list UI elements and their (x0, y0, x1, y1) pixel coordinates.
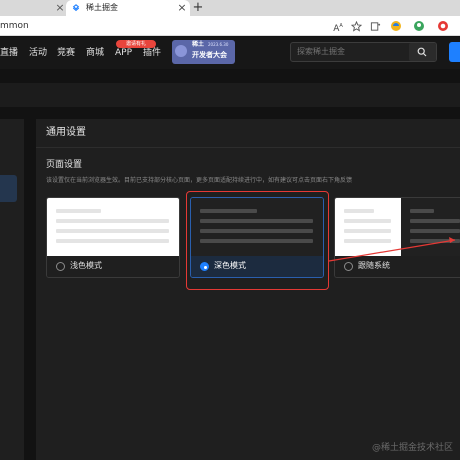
browser-tab-active[interactable] (66, 0, 190, 16)
read-aloud-icon[interactable]: AA (331, 19, 345, 34)
browser-tab-title: 稀土掘金 (86, 3, 118, 12)
light-preview (47, 198, 179, 256)
preview-bar (344, 239, 391, 243)
search-input[interactable] (297, 46, 397, 58)
radio-system[interactable] (344, 262, 353, 271)
preview-bar (410, 239, 460, 243)
theme-label-system: 跟随系统 (358, 261, 390, 270)
preview-bar (344, 219, 391, 223)
nav-activity[interactable]: 活动 (29, 45, 47, 61)
card-footer: 浅色模式 (47, 256, 179, 277)
nav-live[interactable]: 直播 (0, 45, 18, 61)
preview-bar (56, 229, 169, 233)
extension-icon[interactable] (390, 20, 402, 32)
browser-app-icon[interactable] (437, 20, 449, 32)
collections-icon[interactable] (370, 21, 381, 32)
banner-date: 2023.6.30 (208, 42, 229, 47)
favorite-star-icon[interactable] (351, 21, 362, 32)
preview-bar (344, 229, 391, 233)
card-footer: 跟随系统 (335, 256, 460, 277)
watermark: @稀土掘金技术社区 (372, 443, 454, 453)
sidebar-item-active[interactable] (0, 175, 17, 202)
preview-bar (410, 219, 460, 223)
url-text[interactable]: mmon (0, 20, 29, 32)
create-button[interactable] (449, 42, 460, 62)
section-title: 页面设置 (46, 160, 83, 170)
preview-bar (56, 219, 169, 223)
preview-bar (56, 209, 101, 213)
panel-divider (36, 147, 460, 148)
preview-bar (56, 239, 169, 243)
preview-bar (410, 229, 460, 233)
section-description: 该设置仅在当前浏览器生效。目前已支持部分核心页面，更多页面适配持续进行中，如有建… (46, 177, 353, 184)
preview-bar (410, 209, 434, 213)
juejin-favicon-icon (72, 4, 80, 12)
banner-subtitle: 开发者大会 (192, 51, 227, 59)
nav-competition[interactable]: 竞赛 (57, 45, 75, 61)
previous-tab-close-icon[interactable]: × (54, 2, 66, 14)
panel-title: 通用设置 (46, 127, 86, 138)
new-tab-icon[interactable]: + (192, 1, 204, 15)
system-preview (335, 198, 460, 256)
nav-mall[interactable]: 商城 (86, 45, 104, 61)
radio-light[interactable] (56, 262, 65, 271)
preview-bar (344, 209, 374, 213)
settings-sidebar (0, 119, 24, 460)
tab-close-icon[interactable]: × (176, 2, 188, 14)
sub-navigation-bar (0, 83, 460, 107)
banner-title: 稀土 (192, 41, 205, 48)
conference-logo-icon (175, 45, 187, 57)
invite-badge: 邀请有礼 (116, 40, 156, 48)
theme-card-light[interactable]: 浅色模式 (46, 197, 180, 278)
theme-label-light: 浅色模式 (70, 261, 102, 270)
search-icon (417, 47, 427, 57)
profile-icon[interactable] (413, 20, 425, 32)
theme-card-system[interactable]: 跟随系统 (334, 197, 460, 278)
selection-highlight-box (186, 191, 329, 290)
system-preview-dark-half (401, 198, 460, 256)
